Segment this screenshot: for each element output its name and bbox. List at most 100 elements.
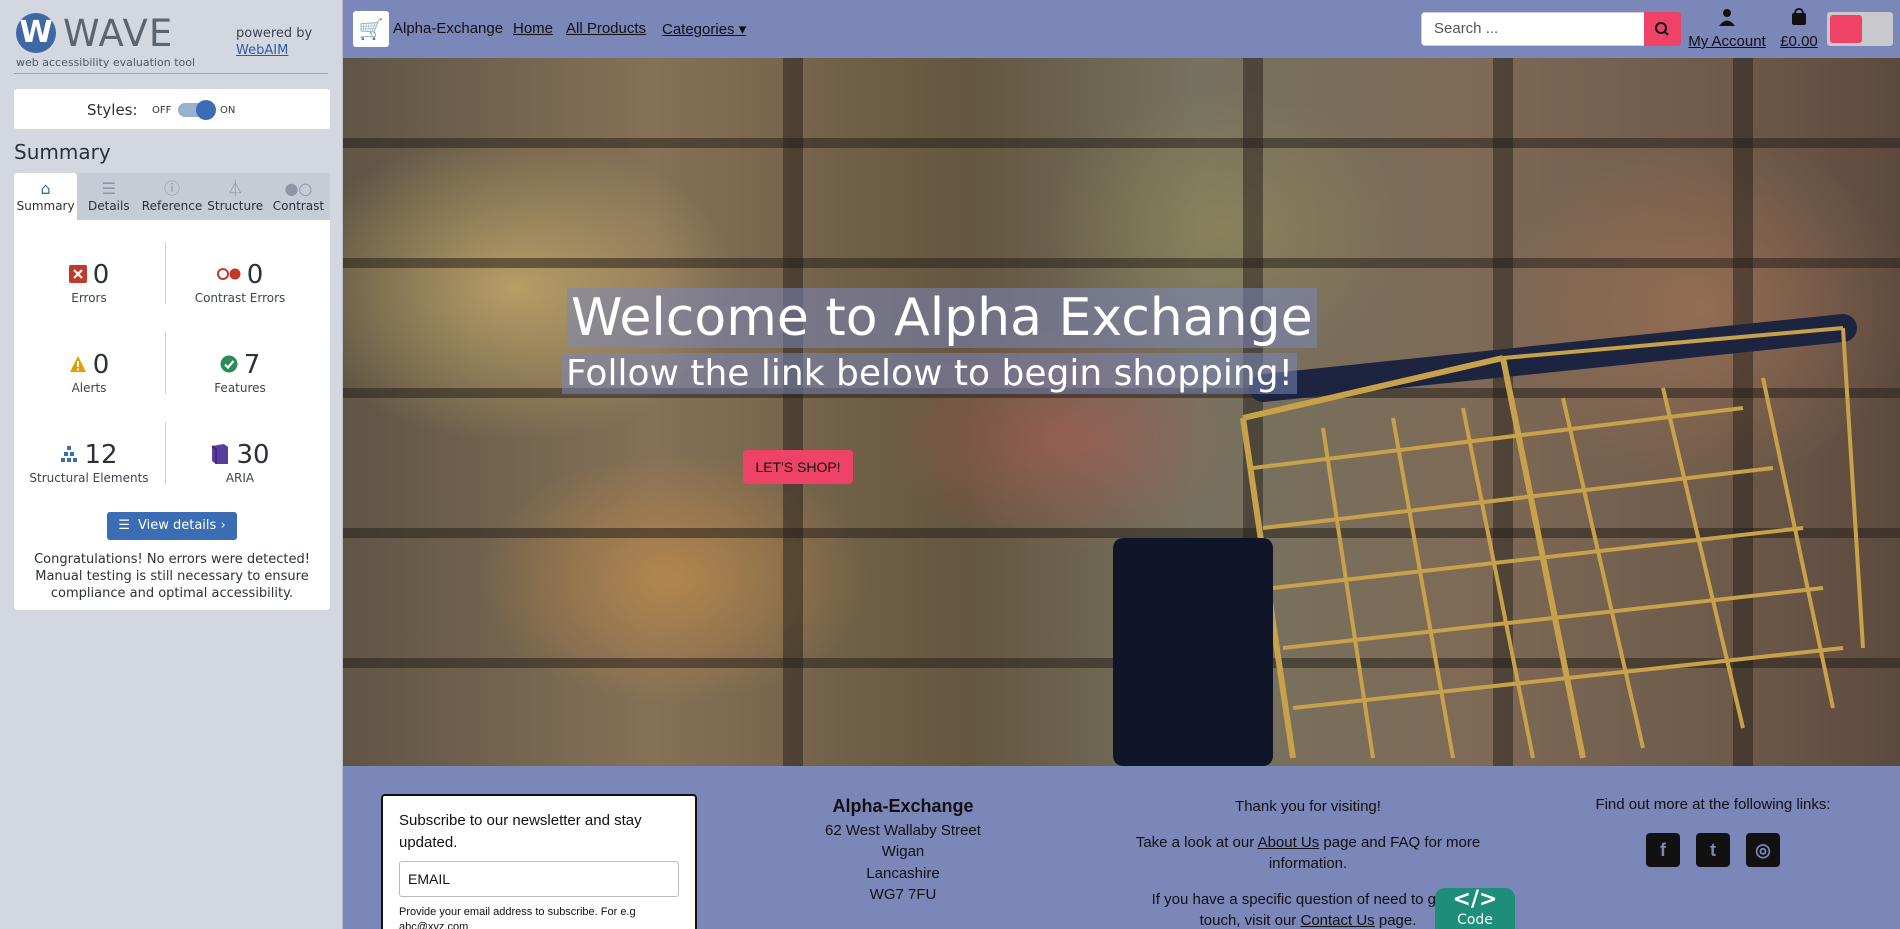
navbar: 🛒 Alpha-Exchange Home All Products Categ…	[343, 0, 1900, 58]
links-title: Find out more at the following links:	[1595, 796, 1831, 813]
address-line: Wigan	[881, 843, 925, 860]
shelf-decoration	[343, 258, 1900, 268]
feature-icon	[220, 355, 238, 372]
theme-toggle[interactable]	[1827, 12, 1893, 46]
structural-count: 12	[84, 440, 118, 470]
search-input[interactable]: Search ...	[1421, 12, 1645, 46]
address-name: Alpha-Exchange	[832, 796, 974, 816]
alerts-label: Alerts	[71, 381, 107, 395]
my-account[interactable]: My Account	[1686, 8, 1768, 50]
address-line: WG7 7FU	[869, 886, 937, 903]
view-details-label: View details ›	[138, 518, 226, 533]
newsletter-text: Subscribe to our newsletter and stay upd…	[399, 812, 642, 851]
tab-label: Contrast	[272, 199, 325, 213]
features-stat[interactable]: 7 Features	[165, 350, 315, 395]
search-icon	[1655, 22, 1669, 36]
features-count: 7	[243, 350, 261, 380]
errors-label: Errors	[71, 291, 107, 305]
tab-label: Details	[88, 199, 130, 213]
summary-title: Summary	[14, 140, 111, 164]
cart-logo-icon[interactable]: 🛒	[353, 11, 389, 47]
tab-summary[interactable]: ⌂ Summary	[14, 173, 78, 220]
thanks-text: Thank you for visiting!	[1235, 798, 1381, 815]
tab-label: Reference	[141, 199, 203, 213]
structure-icon: ⏃	[227, 179, 244, 198]
errors-stat[interactable]: 0 Errors	[14, 260, 164, 305]
facebook-icon[interactable]: f	[1646, 833, 1680, 867]
styles-toggle[interactable]	[178, 100, 216, 120]
newsletter-box: Subscribe to our newsletter and stay upd…	[381, 794, 697, 929]
tab-label: Structure	[207, 199, 264, 213]
code-label: Code	[1457, 912, 1493, 928]
about-text: Take a look at our About Us page and FAQ…	[1133, 832, 1483, 875]
hero-subtitle: Follow the link below to begin shopping!	[562, 353, 1298, 394]
thanks-block: Thank you for visiting! Take a look at o…	[1133, 796, 1483, 929]
wave-header: W WAVE web accessibility evaluation tool…	[14, 0, 328, 74]
aria-count: 30	[236, 440, 270, 470]
nav-all-products[interactable]: All Products	[566, 20, 646, 37]
wave-logo-text: WAVE	[63, 12, 174, 55]
theme-toggle-knob	[1830, 15, 1862, 43]
aria-stat[interactable]: 30 ARIA	[165, 440, 315, 485]
info-icon: ⓘ	[164, 179, 181, 198]
brand-name[interactable]: Alpha-Exchange	[393, 20, 503, 37]
summary-panel: 0 Errors 0 Contrast Errors 0 Alerts 7 Fe…	[14, 220, 330, 610]
contrast-errors-stat[interactable]: 0 Contrast Errors	[165, 260, 315, 305]
webaim-link[interactable]: WebAIM	[236, 43, 288, 58]
structural-label: Structural Elements	[29, 471, 149, 485]
user-icon	[1719, 9, 1735, 26]
wave-subtitle: web accessibility evaluation tool	[16, 56, 196, 69]
structural-stat[interactable]: 12 Structural Elements	[14, 440, 164, 485]
alerts-stat[interactable]: 0 Alerts	[14, 350, 164, 395]
alert-icon	[69, 355, 86, 372]
list-icon: ☰	[118, 518, 131, 533]
tab-label: Summary	[16, 199, 75, 213]
contact-text: If you have a specific question of need …	[1133, 889, 1483, 929]
code-toggle-button[interactable]: </> Code	[1435, 888, 1515, 929]
shelf-decoration	[343, 138, 1900, 148]
lets-shop-button[interactable]: LET'S SHOP!	[743, 450, 853, 484]
powered-by-text: powered by	[236, 26, 313, 41]
errors-count: 0	[92, 260, 110, 290]
structure-stat-icon	[61, 445, 78, 462]
social-links-block: Find out more at the following links: f …	[1563, 796, 1863, 867]
twitter-icon[interactable]: t	[1696, 833, 1730, 867]
styles-label: Styles:	[87, 101, 138, 119]
code-icon: </>	[1452, 887, 1498, 912]
address-line: Lancashire	[866, 864, 940, 882]
tab-structure[interactable]: ⏃ Structure	[203, 173, 267, 220]
contact-us-link[interactable]: Contact Us	[1300, 912, 1374, 929]
cart-total: £0.00	[1780, 33, 1818, 50]
instagram-icon[interactable]: ◎	[1746, 833, 1780, 867]
view-details-button[interactable]: ☰ View details ›	[107, 512, 237, 540]
cart[interactable]: £0.00	[1777, 8, 1821, 50]
search-button[interactable]	[1644, 12, 1681, 46]
contrast-icon: ●○	[284, 179, 313, 198]
powered-by: powered by WebAIM	[236, 25, 312, 59]
newsletter-help: Provide your email address to subscribe.…	[399, 906, 636, 929]
features-label: Features	[214, 381, 266, 395]
styles-toggle-panel: Styles: OFF ON	[14, 89, 330, 129]
aria-icon	[212, 443, 229, 464]
wave-sidebar: W WAVE web accessibility evaluation tool…	[0, 0, 343, 929]
tab-reference[interactable]: ⓘ Reference	[140, 173, 204, 220]
toggle-knob	[196, 100, 216, 120]
styles-on-label: ON	[220, 105, 236, 116]
tab-contrast[interactable]: ●○ Contrast	[266, 173, 331, 220]
contrast-error-icon	[216, 267, 241, 280]
tab-details[interactable]: ☰ Details	[77, 173, 141, 220]
address-line: 62 West Wallaby Street	[825, 821, 981, 839]
nav-categories[interactable]: Categories ▾	[662, 20, 746, 38]
list-icon: ☰	[101, 179, 116, 198]
nav-home[interactable]: Home	[513, 20, 553, 37]
footer: Subscribe to our newsletter and stay upd…	[343, 766, 1900, 929]
my-account-label: My Account	[1688, 33, 1766, 50]
contrast-errors-label: Contrast Errors	[194, 291, 286, 305]
alerts-count: 0	[92, 350, 110, 380]
contrast-errors-count: 0	[246, 260, 264, 290]
email-field[interactable]: EMAIL	[399, 861, 679, 897]
wave-tabs: ⌂ Summary ☰ Details ⓘ Reference ⏃ Structure …	[14, 173, 331, 220]
aria-label: ARIA	[225, 471, 255, 485]
error-icon	[68, 264, 87, 283]
about-us-link[interactable]: About Us	[1258, 834, 1320, 851]
